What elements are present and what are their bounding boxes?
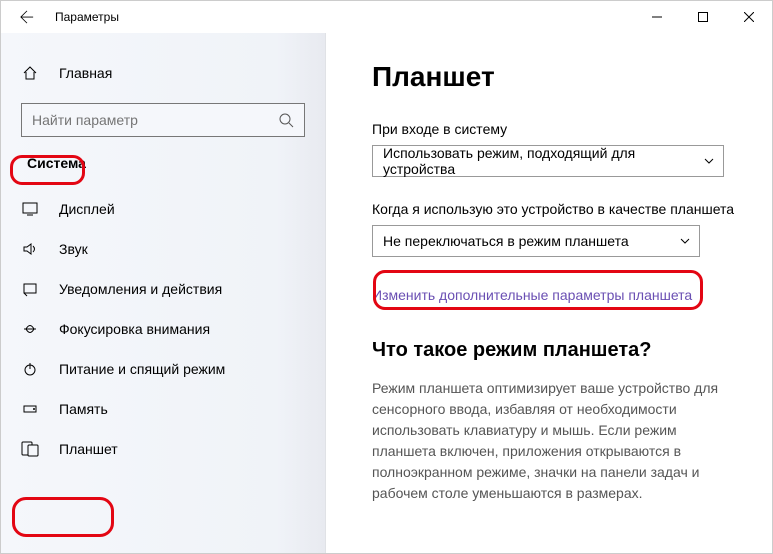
select-value: Использовать режим, подходящий для устро… xyxy=(383,145,703,177)
sidebar-item-power[interactable]: Питание и спящий режим xyxy=(1,349,325,389)
main-content: Планшет При входе в систему Использовать… xyxy=(326,33,772,553)
chevron-down-icon xyxy=(679,235,691,247)
signin-label: При входе в систему xyxy=(372,121,740,137)
sidebar-item-storage[interactable]: Память xyxy=(1,389,325,429)
tablet-icon xyxy=(21,441,39,457)
sidebar-item-notifications[interactable]: Уведомления и действия xyxy=(1,269,325,309)
sidebar-item-label: Питание и спящий режим xyxy=(59,361,225,377)
settings-window: Параметры Главная Система xyxy=(0,0,773,554)
sidebar-home-label: Главная xyxy=(59,65,112,81)
maximize-button[interactable] xyxy=(680,1,726,33)
chevron-down-icon xyxy=(703,155,715,167)
sidebar-home[interactable]: Главная xyxy=(1,51,325,95)
search-container xyxy=(1,95,325,149)
sidebar-item-label: Уведомления и действия xyxy=(59,281,222,297)
tablet-use-select[interactable]: Не переключаться в режим планшета xyxy=(372,225,700,257)
window-title: Параметры xyxy=(55,10,119,24)
sidebar-nav: Дисплей Звук Уведомления и действия Фоку… xyxy=(1,177,325,469)
window-body: Главная Система Дисплей Звук xyxy=(1,33,772,553)
focus-icon xyxy=(21,321,39,337)
section-heading: Что такое режим планшета? xyxy=(372,339,740,362)
notifications-icon xyxy=(21,281,39,297)
sidebar-item-label: Дисплей xyxy=(59,201,115,217)
home-icon xyxy=(21,65,39,81)
sidebar-item-label: Планшет xyxy=(59,441,118,457)
close-button[interactable] xyxy=(726,1,772,33)
window-controls xyxy=(634,1,772,33)
tablet-use-label: Когда я использую это устройство в качес… xyxy=(372,201,740,217)
sidebar-item-focus[interactable]: Фокусировка внимания xyxy=(1,309,325,349)
signin-select[interactable]: Использовать режим, подходящий для устро… xyxy=(372,145,724,177)
display-icon xyxy=(21,201,39,217)
sidebar-item-display[interactable]: Дисплей xyxy=(1,189,325,229)
search-field[interactable] xyxy=(32,112,278,128)
sidebar: Главная Система Дисплей Звук xyxy=(1,33,326,553)
sidebar-item-sound[interactable]: Звук xyxy=(1,229,325,269)
sidebar-item-label: Звук xyxy=(59,241,88,257)
search-input[interactable] xyxy=(21,103,305,137)
storage-icon xyxy=(21,401,39,417)
advanced-settings-link[interactable]: Изменить дополнительные параметры планше… xyxy=(372,287,692,303)
sidebar-item-label: Память xyxy=(59,401,108,417)
section-description: Режим планшета оптимизирует ваше устройс… xyxy=(372,378,732,504)
minimize-button[interactable] xyxy=(634,1,680,33)
back-button[interactable] xyxy=(19,9,35,25)
power-icon xyxy=(21,361,39,377)
page-title: Планшет xyxy=(372,61,740,93)
search-icon xyxy=(278,112,294,128)
select-value: Не переключаться в режим планшета xyxy=(383,233,629,249)
titlebar: Параметры xyxy=(1,1,772,33)
sidebar-item-tablet[interactable]: Планшет xyxy=(1,429,325,469)
sidebar-category: Система xyxy=(1,149,325,177)
sidebar-item-label: Фокусировка внимания xyxy=(59,321,210,337)
sound-icon xyxy=(21,241,39,257)
